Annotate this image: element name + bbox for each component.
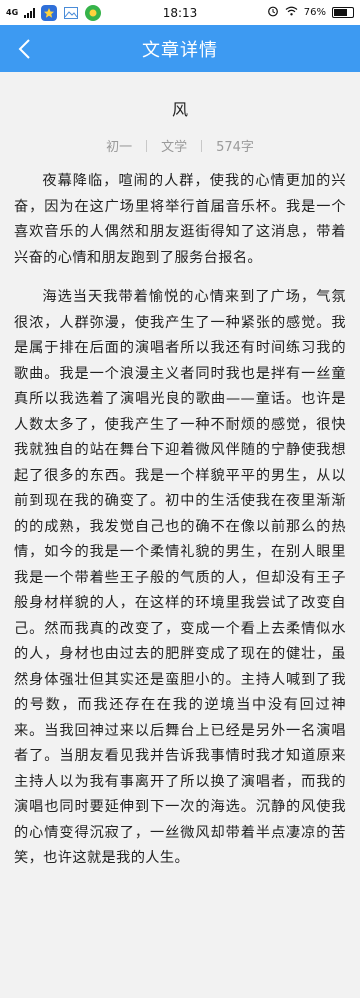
battery-percent: 76% [303,7,326,18]
article-container: 风 初一 文学 574字 夜幕降临，喧闹的人群，使我的心情更加的兴奋，因为在这广… [0,96,360,872]
alarm-icon [267,5,279,20]
signal-icon [24,7,36,18]
status-bar: 4G 18:13 76% [0,0,360,25]
image-app-icon [63,5,79,21]
meta-divider [146,139,148,152]
meta-divider [201,139,203,152]
page-title: 文章详情 [142,39,218,61]
article-word-count: 574字 [216,140,254,155]
nav-bar: 文章详情 [0,25,360,72]
coin-app-icon [85,4,102,21]
article-category: 文学 [161,140,188,155]
network-type: 4G [6,8,19,17]
article-body: 夜幕降临，喧闹的人群，使我的心情更加的兴奋，因为在这广场里将举行首届音乐杯。我是… [14,169,346,872]
wifi-icon [285,6,298,19]
status-left: 4G [0,4,102,21]
back-arrow-icon [18,39,30,59]
star-app-icon [41,4,58,21]
article-paragraph: 海选当天我带着愉悦的心情来到了广场，气氛很浓，人群弥漫，使我产生了一种紧张的感觉… [14,289,346,866]
article-title: 风 [171,100,188,119]
article-paragraph: 夜幕降临，喧闹的人群，使我的心情更加的兴奋，因为在这广场里将举行首届音乐杯。我是… [14,173,346,266]
battery-icon [332,7,354,18]
article-meta: 初一 文学 574字 [14,136,346,155]
article-grade: 初一 [106,140,133,155]
back-button[interactable] [12,37,36,61]
status-right: 76% [267,5,360,20]
